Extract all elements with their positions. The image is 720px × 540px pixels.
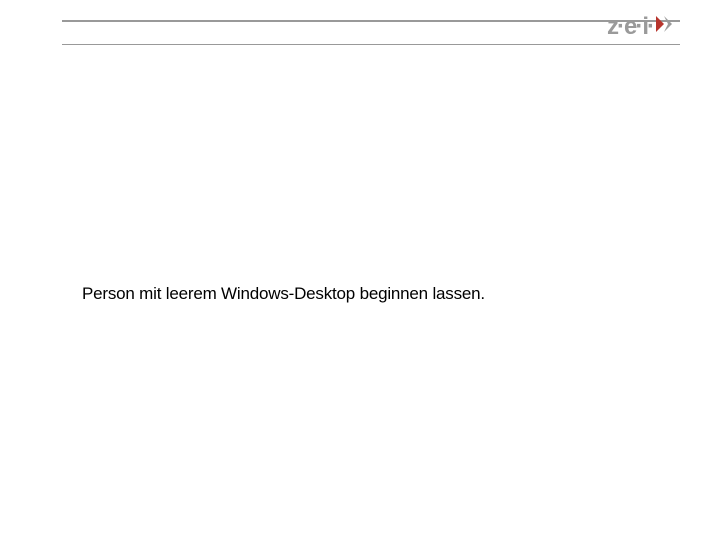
slide: z · e · i · Person mit leerem Windows-De… [0, 0, 720, 540]
header-bottom-rule [62, 44, 680, 45]
body-text: Person mit leerem Windows-Desktop beginn… [82, 284, 485, 304]
logo: z · e · i · [607, 12, 678, 41]
header [62, 20, 680, 45]
header-top-rule [62, 20, 680, 22]
logo-arrow-icon [654, 12, 678, 41]
